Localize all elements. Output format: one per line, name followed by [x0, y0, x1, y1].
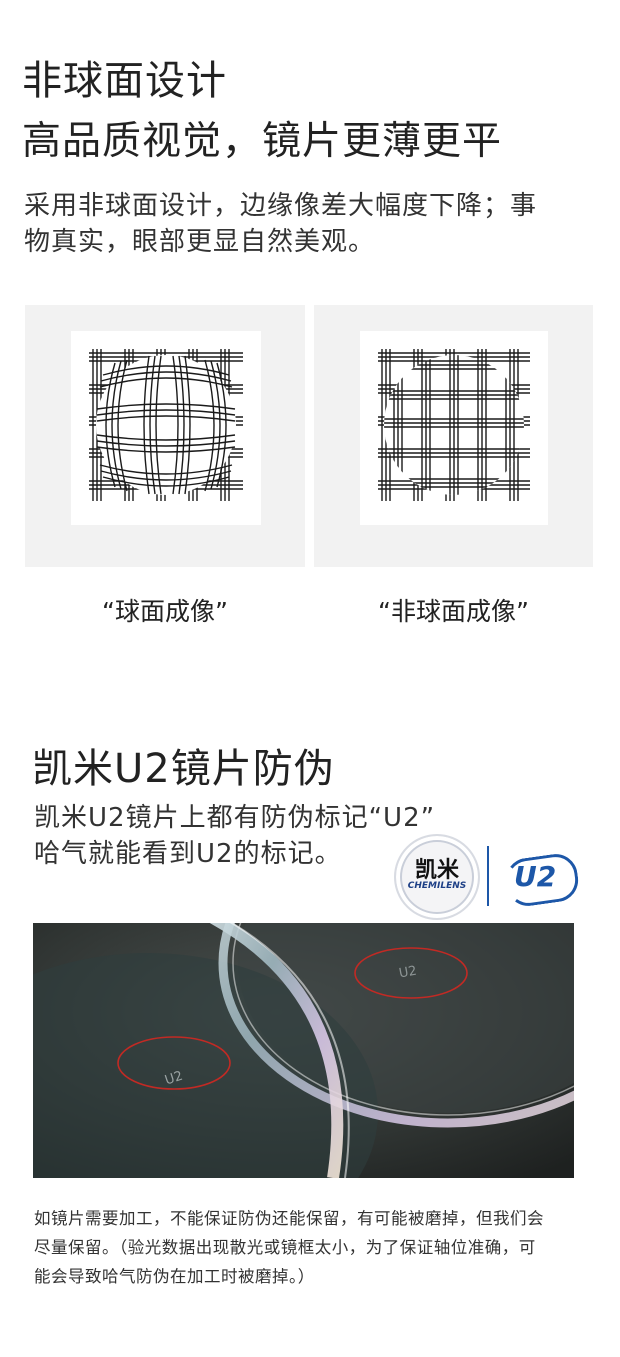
processing-note-line3: 能会导致哈气防伪在加工时被磨掉。） — [34, 1267, 315, 1286]
processing-note: 如镜片需要加工，不能保证防伪还能保留，有可能被磨掉，但我们会 尽量保留。（验光数… — [34, 1204, 594, 1291]
aspheric-grid-illustration — [378, 349, 530, 501]
lens-photo-illustration — [33, 923, 574, 1178]
aspheric-image-panel — [314, 305, 593, 567]
spherical-grid-image — [71, 331, 261, 525]
chemilens-u2-logo: 凯米 CHEMILENS U2 — [394, 834, 584, 920]
spherical-caption: “球面成像” — [102, 597, 228, 626]
photo-u2-mark-right: U2 — [397, 963, 418, 982]
aspheric-description-line2: 物真实，眼部更显自然美观。 — [24, 227, 376, 257]
aspheric-grid-image — [360, 331, 548, 525]
logo-divider — [487, 846, 489, 906]
section-subtitle-aspheric: 高品质视觉，镜片更薄更平 — [22, 119, 503, 164]
spherical-grid-illustration — [89, 349, 243, 501]
anticounterfeit-description-line1: 凯米U2镜片上都有防伪标记“U2” — [34, 803, 436, 833]
lens-photo: U2 U2 — [33, 923, 574, 1178]
aspheric-description: 采用非球面设计，边缘像差大幅度下降；事 物真实，眼部更显自然美观。 — [24, 188, 614, 260]
section-title-aspheric: 非球面设计 — [22, 58, 227, 104]
u2-mark: U2 — [514, 860, 557, 893]
processing-note-line1: 如镜片需要加工，不能保证防伪还能保留，有可能被磨掉，但我们会 — [34, 1209, 544, 1228]
processing-note-line2: 尽量保留。（验光数据出现散光或镜框太小，为了保证轴位准确，可 — [34, 1238, 536, 1257]
chemilens-badge: 凯米 CHEMILENS — [394, 834, 480, 920]
spherical-image-panel — [25, 305, 305, 567]
aspheric-description-line1: 采用非球面设计，边缘像差大幅度下降；事 — [24, 191, 538, 221]
section-title-anticounterfeit: 凯米U2镜片防伪 — [32, 746, 335, 792]
aspheric-caption: “非球面成像” — [378, 597, 529, 626]
chemilens-brand-cn: 凯米 — [414, 858, 459, 883]
chemilens-brand-en: CHEMILENS — [407, 881, 467, 891]
